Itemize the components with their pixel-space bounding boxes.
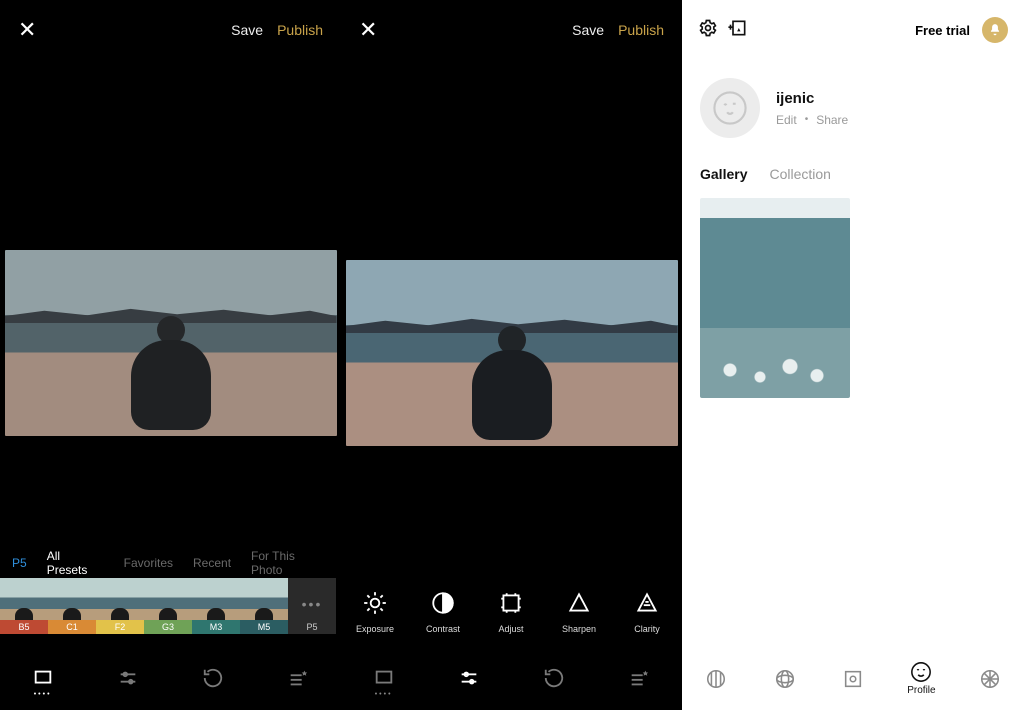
preset-thumb-more[interactable]: •••P5: [288, 578, 336, 634]
preset-thumb-c1[interactable]: C1: [48, 578, 96, 634]
app-bottom-nav: Profile: [682, 646, 1024, 710]
preset-thumb-b5[interactable]: B5: [0, 578, 48, 634]
adjust-icon: [498, 590, 524, 616]
topbar: ✕ Save Publish: [341, 0, 682, 60]
photo-card: [5, 250, 337, 436]
tool-exposure[interactable]: Exposure: [341, 564, 409, 634]
preset-code: G3: [144, 620, 192, 634]
preset-code: F2: [96, 620, 144, 634]
tool-label: Exposure: [356, 624, 394, 634]
tool-label: Clarity: [634, 624, 660, 634]
add-friend-icon[interactable]: [728, 18, 748, 43]
nav-profile[interactable]: Profile: [887, 647, 955, 710]
avatar[interactable]: [700, 78, 760, 138]
tab-favorites[interactable]: Favorites: [124, 556, 173, 570]
nav-presets[interactable]: ••••: [341, 646, 426, 710]
editor-bottom-nav: ••••: [0, 646, 341, 710]
save-button[interactable]: Save: [572, 22, 604, 38]
tool-clarity[interactable]: Clarity: [613, 564, 681, 634]
tool-contrast[interactable]: Contrast: [409, 564, 477, 634]
preset-thumb-g3[interactable]: G3: [144, 578, 192, 634]
tool-label: Contrast: [426, 624, 460, 634]
preset-thumb-f2[interactable]: F2: [96, 578, 144, 634]
photo-preview[interactable]: [0, 155, 341, 530]
nav-feed[interactable]: [682, 647, 750, 710]
nav-presets[interactable]: ••••: [0, 646, 85, 710]
tab-all-presets[interactable]: All Presets: [47, 549, 104, 577]
editor-presets-screen: ✕ Save Publish P5 All Presets Favorites …: [0, 0, 341, 710]
photo-preview[interactable]: [341, 175, 682, 530]
preset-code: C1: [48, 620, 96, 634]
save-button[interactable]: Save: [231, 22, 263, 38]
preset-code: M5: [240, 620, 288, 634]
publish-button[interactable]: Publish: [618, 22, 664, 38]
preset-strip[interactable]: B5C1F2G3M3M5•••P5: [0, 578, 341, 634]
tab-collection[interactable]: Collection: [769, 166, 830, 182]
nav-adjust[interactable]: [85, 646, 170, 710]
editor-adjust-screen: ✕ Save Publish Exposure Contrast Adjust Sha…: [341, 0, 682, 710]
edit-profile-link[interactable]: Edit: [776, 113, 797, 127]
nav-spaces[interactable]: [956, 647, 1024, 710]
adjust-tools-row[interactable]: ExposureContrastAdjustSharpenClaritySatu…: [341, 564, 682, 634]
editor-bottom-nav: ••••: [341, 646, 682, 710]
preset-code: P5: [288, 620, 336, 634]
preset-category-tabs: P5 All Presets Favorites Recent For This…: [0, 548, 341, 578]
free-trial-button[interactable]: Free trial: [915, 23, 970, 38]
topbar: Free trial: [682, 0, 1024, 60]
tab-current-preset[interactable]: P5: [12, 556, 27, 570]
tool-sharpen[interactable]: Sharpen: [545, 564, 613, 634]
tool-label: Adjust: [498, 624, 523, 634]
preset-code: M3: [192, 620, 240, 634]
exposure-icon: [362, 590, 388, 616]
publish-button[interactable]: Publish: [277, 22, 323, 38]
settings-gear-icon[interactable]: [698, 18, 718, 43]
contrast-icon: [430, 590, 456, 616]
nav-studio[interactable]: [819, 647, 887, 710]
nav-discover[interactable]: [750, 647, 818, 710]
gallery-grid: [682, 192, 1024, 404]
profile-header: ijenic Edit • Share: [682, 60, 1024, 138]
nav-profile-label: Profile: [907, 685, 935, 696]
preset-thumb-m5[interactable]: M5: [240, 578, 288, 634]
tool-label: Sharpen: [562, 624, 596, 634]
tab-gallery[interactable]: Gallery: [700, 166, 747, 182]
nav-adjust[interactable]: [426, 646, 511, 710]
profile-screen: Free trial ijenic Edit • Share Gallery: [682, 0, 1024, 710]
gallery-photo[interactable]: [700, 198, 850, 398]
close-button[interactable]: ✕: [359, 17, 377, 43]
preset-thumb-m3[interactable]: M3: [192, 578, 240, 634]
notifications-icon[interactable]: [982, 17, 1008, 43]
nav-history[interactable]: [171, 646, 256, 710]
sharpen-icon: [566, 590, 592, 616]
close-button[interactable]: ✕: [18, 17, 36, 43]
topbar: ✕ Save Publish: [0, 0, 341, 60]
clarity-icon: [634, 590, 660, 616]
share-profile-link[interactable]: Share: [816, 113, 848, 127]
tab-for-this-photo[interactable]: For This Photo: [251, 549, 329, 577]
username: ijenic: [776, 90, 848, 107]
photo-card: [346, 260, 678, 446]
nav-recipes[interactable]: [256, 646, 341, 710]
profile-tabs: Gallery Collection: [682, 138, 1024, 192]
nav-recipes[interactable]: [597, 646, 682, 710]
tab-recent[interactable]: Recent: [193, 556, 231, 570]
tool-adjust[interactable]: Adjust: [477, 564, 545, 634]
nav-history[interactable]: [512, 646, 597, 710]
preset-code: B5: [0, 620, 48, 634]
